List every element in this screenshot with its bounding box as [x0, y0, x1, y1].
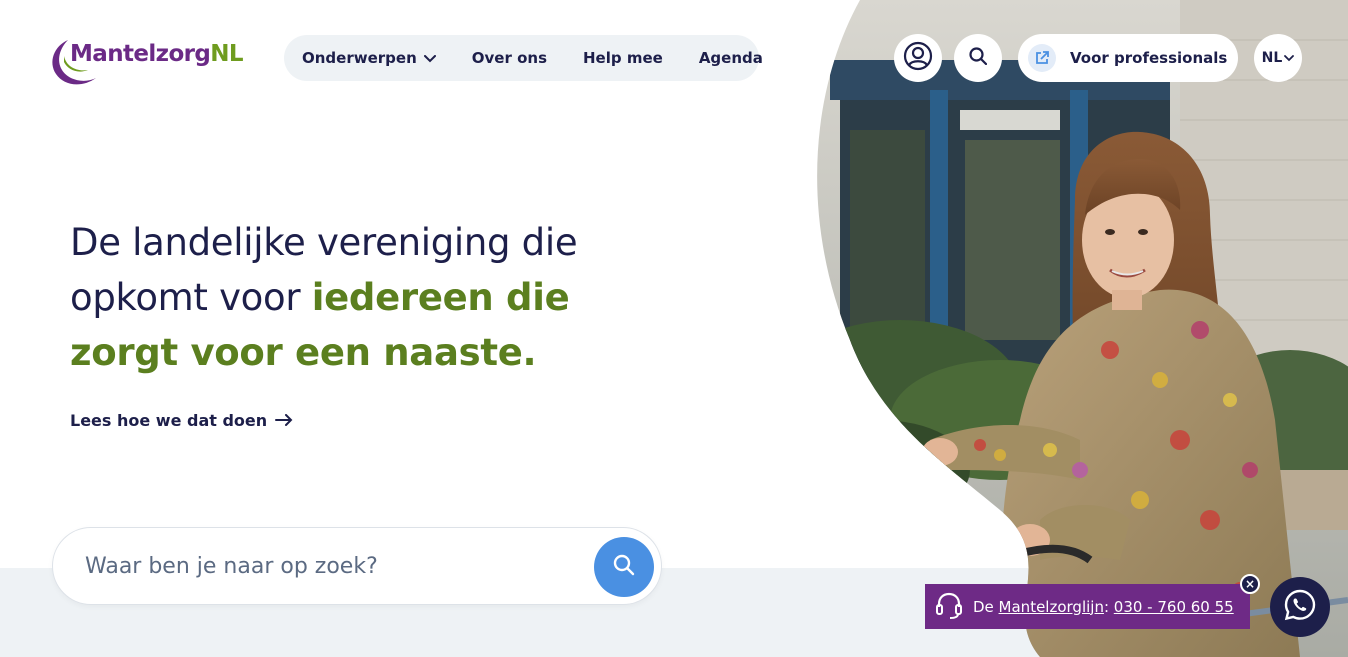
- whatsapp-button[interactable]: [1270, 577, 1330, 637]
- logo-prefix: Mantelzorg: [70, 41, 211, 67]
- user-circle-icon: [903, 41, 933, 75]
- search-box: [52, 527, 662, 605]
- helpline-text: De Mantelzorglijn: 030 - 760 60 55: [973, 598, 1234, 616]
- account-button[interactable]: [894, 34, 942, 82]
- header-search-button[interactable]: [954, 34, 1002, 82]
- helpline-name-link[interactable]: Mantelzorglijn: [999, 598, 1104, 616]
- language-selector[interactable]: NL: [1254, 34, 1302, 82]
- professionals-label: Voor professionals: [1070, 49, 1228, 67]
- main-nav: Onderwerpen Over ons Help mee Agenda: [284, 35, 763, 81]
- helpline-prefix: De: [973, 597, 999, 616]
- logo-text: MantelzorgNL: [70, 41, 244, 67]
- headset-icon: [933, 589, 965, 625]
- nav-item-label: Help mee: [583, 49, 663, 67]
- helpline-close-button[interactable]: ×: [1240, 574, 1260, 594]
- nav-item-help-mee[interactable]: Help mee: [583, 49, 663, 67]
- professionals-button[interactable]: Voor professionals: [1018, 34, 1238, 82]
- logo[interactable]: MantelzorgNL: [44, 36, 254, 88]
- page: MantelzorgNL Onderwerpen Over ons Help m…: [0, 0, 1348, 657]
- hero-headline: De landelijke vereniging die opkomt voor…: [70, 215, 650, 380]
- search-icon: [969, 47, 988, 69]
- chevron-down-icon: [1284, 54, 1295, 62]
- nav-item-label: Over ons: [471, 49, 547, 67]
- nav-item-agenda[interactable]: Agenda: [699, 49, 763, 67]
- search-input[interactable]: [85, 546, 565, 586]
- nav-item-over-ons[interactable]: Over ons: [472, 49, 547, 67]
- nav-item-onderwerpen[interactable]: Onderwerpen: [302, 49, 436, 67]
- chevron-down-icon: [423, 49, 436, 67]
- helpline-separator: :: [1103, 597, 1114, 616]
- external-link-icon: [1028, 44, 1056, 72]
- search-submit-button[interactable]: [594, 537, 654, 597]
- nav-item-label: Agenda: [698, 49, 763, 67]
- read-more-link[interactable]: Lees hoe we dat doen: [70, 411, 293, 430]
- nav-item-label: Onderwerpen: [302, 49, 417, 67]
- helpline-banner: De Mantelzorglijn: 030 - 760 60 55: [925, 584, 1250, 629]
- logo-suffix: NL: [210, 41, 243, 67]
- read-more-label: Lees hoe we dat doen: [70, 411, 268, 430]
- arrow-right-icon: [275, 411, 293, 430]
- search-icon: [613, 554, 635, 580]
- language-label: NL: [1261, 50, 1283, 66]
- helpline-phone-link[interactable]: 030 - 760 60 55: [1114, 598, 1234, 616]
- whatsapp-icon: [1283, 588, 1317, 626]
